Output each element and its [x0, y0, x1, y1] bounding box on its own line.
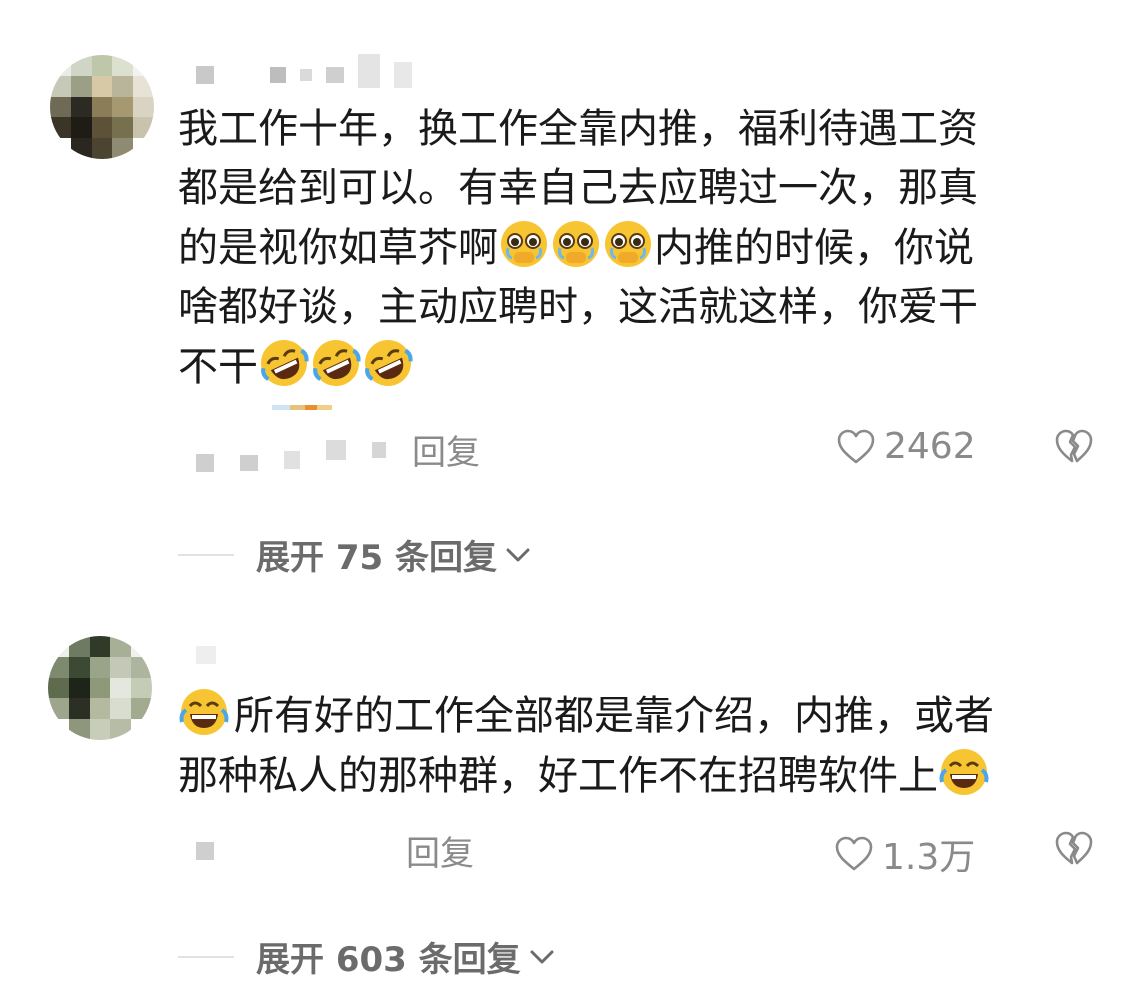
timestamp-redacted — [196, 842, 214, 860]
avatar[interactable] — [50, 55, 154, 159]
reply-button[interactable]: 回复 — [412, 425, 480, 474]
divider-line — [178, 955, 234, 958]
broken-heart-icon — [1055, 429, 1093, 463]
divider-line — [178, 553, 234, 556]
username-redacted[interactable] — [196, 646, 216, 664]
comment-text-line: 所有好的工作全部都是靠介绍，内推，或者 — [234, 693, 994, 739]
rolling-laughing-emoji — [362, 337, 414, 389]
expand-replies-label: 展开 603 条回复 — [256, 940, 521, 980]
timestamp-redacted — [196, 428, 386, 472]
heart-outline-icon — [837, 429, 875, 463]
like-button[interactable]: 1.3万 — [834, 828, 975, 880]
comment-text-line: 都是给到可以。有幸自己去应聘过一次，那真 — [178, 165, 978, 211]
comment-text-line: 内推的时候，你说 — [654, 225, 974, 271]
chevron-down-icon — [530, 950, 554, 963]
tears-of-joy-emoji — [938, 746, 990, 798]
comment-text-line: 的是视你如草芥啊 — [178, 225, 498, 271]
expand-replies-button[interactable]: 展开 603 条回复 — [178, 932, 557, 981]
avatar[interactable] — [48, 636, 152, 740]
like-count: 1.3万 — [882, 837, 976, 878]
redaction-bar — [272, 405, 332, 410]
comment-text-line: 不干 — [178, 344, 258, 390]
tears-of-joy-emoji — [178, 686, 230, 738]
comment-text-line: 那种私人的那种群，好工作不在招聘软件上 — [178, 753, 938, 799]
comment-text-line: 啥都好谈，主动应聘时，这活就这样，你爱干 — [178, 284, 978, 330]
rolling-laughing-emoji — [258, 337, 310, 389]
broken-heart-icon — [1055, 831, 1093, 865]
dislike-button[interactable] — [1054, 830, 1094, 872]
comment-text: 我工作十年，换工作全靠内推，福利待遇工资 都是给到可以。有幸自己去应聘过一次，那… — [178, 100, 978, 397]
reply-button[interactable]: 回复 — [406, 826, 474, 875]
pleading-face-emoji — [550, 218, 602, 270]
pleading-face-emoji — [498, 218, 550, 270]
expand-replies-button[interactable]: 展开 75 条回复 — [178, 530, 533, 579]
chevron-down-icon — [506, 548, 530, 561]
like-button[interactable]: 2462 — [836, 426, 976, 467]
like-count: 2462 — [884, 426, 976, 467]
expand-replies-label: 展开 75 条回复 — [256, 538, 497, 578]
pleading-face-emoji — [602, 218, 654, 270]
username-redacted[interactable] — [196, 54, 412, 88]
dislike-button[interactable] — [1054, 428, 1094, 470]
rolling-laughing-emoji — [310, 337, 362, 389]
comment-text: 所有好的工作全部都是靠介绍，内推，或者 那种私人的那种群，好工作不在招聘软件上 — [178, 686, 994, 806]
heart-outline-icon — [835, 836, 873, 871]
comment-text-line: 我工作十年，换工作全靠内推，福利待遇工资 — [178, 106, 978, 152]
